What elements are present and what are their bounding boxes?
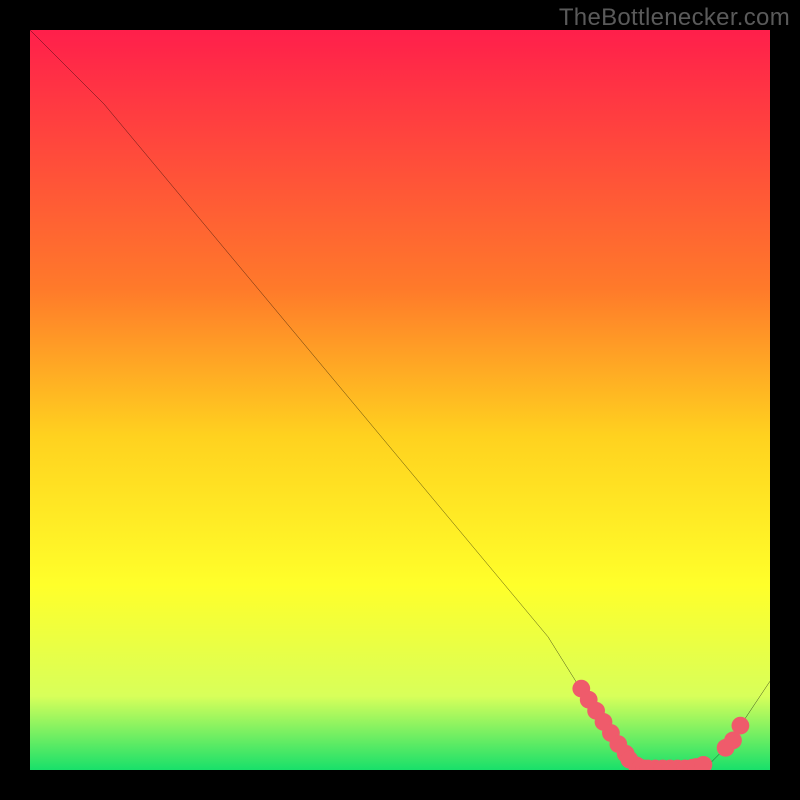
chart-frame: TheBottlenecker.com — [0, 0, 800, 800]
plot-svg — [30, 30, 770, 770]
curve-marker — [732, 717, 750, 735]
gradient-background — [30, 30, 770, 770]
plot-area — [30, 30, 770, 770]
watermark-text: TheBottlenecker.com — [559, 4, 790, 32]
